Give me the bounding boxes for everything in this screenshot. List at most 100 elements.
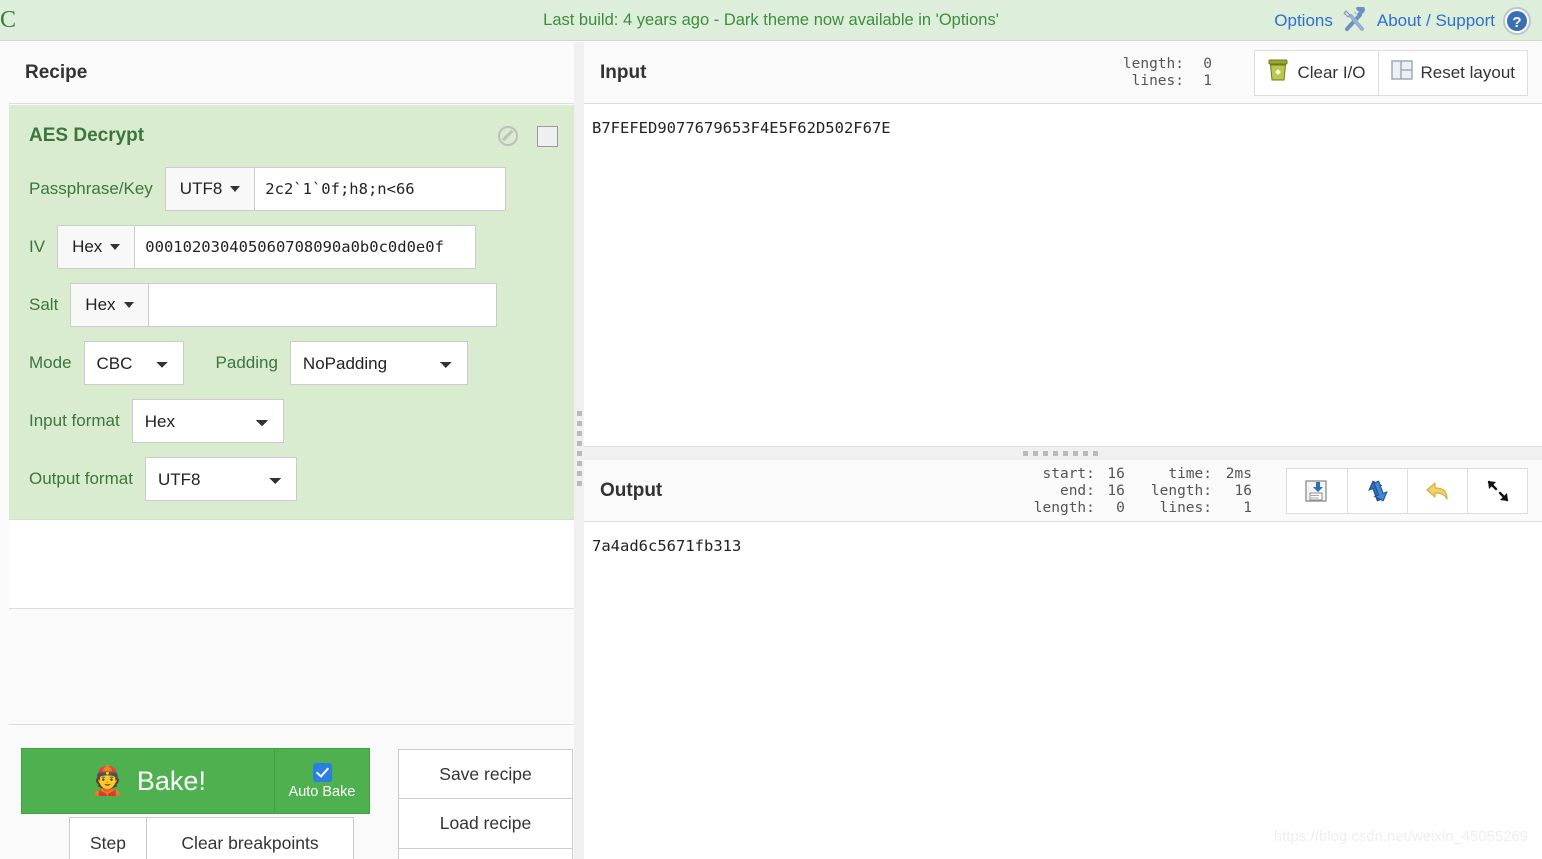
passphrase-encoding-toggle[interactable]: UTF8 bbox=[164, 167, 255, 211]
output-actions bbox=[1286, 467, 1528, 514]
salt-encoding-value: Hex bbox=[85, 295, 116, 314]
question-circle-icon[interactable]: ? bbox=[1502, 6, 1532, 36]
output-start-key: start: bbox=[1042, 465, 1095, 482]
save-output-icon[interactable] bbox=[1287, 468, 1347, 513]
input-header: Input length: 0 lines: 1 Clear I/O Reset… bbox=[584, 42, 1542, 104]
salt-encoding-toggle[interactable]: Hex bbox=[70, 283, 148, 327]
recipe-title: Recipe bbox=[25, 61, 88, 83]
switch-input-output-icon[interactable] bbox=[1347, 468, 1407, 513]
bake-label: Bake! bbox=[136, 765, 206, 796]
input-textarea[interactable]: B7FEFED9077679653F4E5F62D502F67E bbox=[584, 105, 1542, 446]
output-meta-right: time: 2ms length: 16 lines: 1 bbox=[1151, 466, 1252, 516]
svg-text:?: ? bbox=[1512, 14, 1521, 31]
output-time-value: 2ms bbox=[1225, 465, 1252, 482]
arg-label-input-format: Input format bbox=[29, 411, 120, 430]
splitter-grip-icon bbox=[1023, 451, 1103, 456]
arg-label-iv: IV bbox=[29, 237, 46, 256]
recipe-operation-list[interactable]: AES Decrypt Passphrase/Key UTF8 2c2`1`0f… bbox=[9, 105, 578, 609]
arg-row-iv: IV Hex 000102030405060708090a0b0c0d0e0f bbox=[9, 225, 578, 269]
recipe-io-buttons: Save recipe Load recipe Clear recipe bbox=[398, 749, 573, 859]
recipe-pane: Recipe AES Decrypt Passphrase/Key UTF8 2… bbox=[0, 42, 578, 859]
input-lines-value: 1 bbox=[1203, 73, 1212, 89]
arg-label-mode: Mode bbox=[29, 353, 72, 372]
input-output-splitter[interactable] bbox=[584, 446, 1542, 460]
output-length-key: length: bbox=[1033, 499, 1095, 516]
output-lines-value: 1 bbox=[1243, 499, 1252, 516]
recipe-io-splitter[interactable] bbox=[574, 42, 584, 859]
recipe-drop-area[interactable] bbox=[9, 610, 578, 725]
output-textarea: 7a4ad6c5671fb313 bbox=[584, 523, 1542, 859]
clear-io-label: Clear I/O bbox=[1297, 62, 1366, 82]
io-pane: Input length: 0 lines: 1 Clear I/O Reset… bbox=[584, 42, 1542, 859]
iv-encoding-value: Hex bbox=[72, 237, 103, 256]
circle-slash-icon[interactable] bbox=[498, 126, 518, 146]
banner-actions: Options About / Support ? bbox=[1274, 0, 1532, 41]
output-time-key: time: bbox=[1168, 465, 1212, 482]
input-title: Input bbox=[600, 61, 647, 83]
output-meta-left: start: 16 end: 16 length: 0 bbox=[1034, 466, 1125, 516]
auto-bake-toggle[interactable]: Auto Bake bbox=[274, 748, 370, 814]
auto-bake-checkbox[interactable] bbox=[312, 762, 332, 782]
operation-title: AES Decrypt bbox=[29, 125, 145, 146]
padding-select[interactable]: RawNoPadding bbox=[289, 341, 468, 385]
arg-row-salt: Salt Hex bbox=[9, 283, 578, 327]
input-format-select[interactable]: HexRaw bbox=[131, 399, 284, 443]
input-length-key: length: bbox=[1122, 56, 1184, 72]
output-start-value: 16 bbox=[1107, 465, 1125, 482]
about-support-link[interactable]: About / Support bbox=[1377, 11, 1495, 31]
replace-input-icon[interactable] bbox=[1407, 468, 1467, 513]
arg-row-mode-padding: Mode CBCCFBOFBCTRGCMECBCBC/NoPaddingECB/… bbox=[9, 341, 578, 385]
save-recipe-button[interactable]: Save recipe bbox=[398, 749, 573, 799]
output-header: Output start: 16 end: 16 length: 0 time:… bbox=[584, 460, 1542, 522]
output-lines-key: lines: bbox=[1159, 499, 1212, 516]
load-recipe-button[interactable]: Load recipe bbox=[398, 799, 573, 849]
arg-label-salt: Salt bbox=[29, 295, 59, 314]
output-section: Output start: 16 end: 16 length: 0 time:… bbox=[584, 460, 1542, 859]
output-end-value: 16 bbox=[1107, 482, 1125, 499]
arg-row-input-format: Input format HexRaw bbox=[9, 399, 578, 443]
mode-select[interactable]: CBCCFBOFBCTRGCMECBCBC/NoPaddingECB/NoPad… bbox=[83, 341, 184, 385]
salt-input[interactable] bbox=[147, 283, 497, 327]
maximise-output-icon[interactable] bbox=[1467, 468, 1527, 513]
arg-label-output-format: Output format bbox=[29, 469, 133, 488]
breakpoint-checkbox[interactable] bbox=[537, 125, 558, 147]
trash-recycle-icon bbox=[1267, 58, 1289, 87]
output-bytes-key: length: bbox=[1150, 482, 1212, 499]
step-row: Step Clear breakpoints bbox=[69, 817, 354, 859]
bake-row: 👲 Bake! Auto Bake bbox=[21, 748, 370, 814]
clear-io-button[interactable]: Clear I/O bbox=[1255, 50, 1378, 95]
output-length-value: 0 bbox=[1116, 499, 1125, 516]
chevron-down-icon bbox=[230, 186, 241, 192]
operation-header: AES Decrypt bbox=[9, 119, 578, 153]
input-meta: length: 0 lines: 1 bbox=[1123, 56, 1212, 89]
output-title: Output bbox=[600, 479, 663, 501]
output-format-select[interactable]: RawHexUTF8 bbox=[144, 457, 297, 501]
bake-button[interactable]: 👲 Bake! bbox=[21, 748, 274, 814]
iv-input[interactable]: 000102030405060708090a0b0c0d0e0f bbox=[134, 225, 477, 269]
output-end-key: end: bbox=[1059, 482, 1095, 499]
reset-layout-label: Reset layout bbox=[1420, 62, 1516, 82]
input-length-value: 0 bbox=[1203, 56, 1212, 72]
output-meta: start: 16 end: 16 length: 0 time: 2ms le… bbox=[1034, 466, 1252, 516]
passphrase-encoding-value: UTF8 bbox=[179, 179, 223, 198]
recipe-controls: 👲 Bake! Auto Bake Step Clear breakpoints… bbox=[9, 726, 578, 859]
arg-row-passphrase: Passphrase/Key UTF8 2c2`1`0f;h8;n<66 bbox=[9, 167, 578, 211]
wrench-screwdriver-icon[interactable] bbox=[1340, 4, 1370, 35]
iv-encoding-toggle[interactable]: Hex bbox=[57, 225, 135, 269]
arg-row-output-format: Output format RawHexUTF8 bbox=[9, 457, 578, 501]
arg-label-passphrase: Passphrase/Key bbox=[29, 179, 153, 198]
clear-recipe-button[interactable]: Clear recipe bbox=[398, 849, 573, 859]
step-button[interactable]: Step bbox=[69, 817, 146, 859]
chef-icon: 👲 bbox=[90, 765, 125, 796]
operation-aes-decrypt[interactable]: AES Decrypt Passphrase/Key UTF8 2c2`1`0f… bbox=[9, 105, 578, 520]
passphrase-input[interactable]: 2c2`1`0f;h8;n<66 bbox=[254, 167, 507, 211]
input-actions: Clear I/O Reset layout bbox=[1254, 49, 1528, 96]
clear-breakpoints-button[interactable]: Clear breakpoints bbox=[146, 817, 354, 859]
output-bytes-value: 16 bbox=[1234, 482, 1252, 499]
options-link[interactable]: Options bbox=[1274, 11, 1333, 31]
recipe-title-bar: Recipe bbox=[9, 42, 578, 104]
input-section: Input length: 0 lines: 1 Clear I/O Reset… bbox=[584, 42, 1542, 446]
chevron-down-icon bbox=[123, 302, 134, 308]
reset-layout-button[interactable]: Reset layout bbox=[1377, 50, 1527, 95]
splitter-grip-icon bbox=[576, 410, 582, 491]
